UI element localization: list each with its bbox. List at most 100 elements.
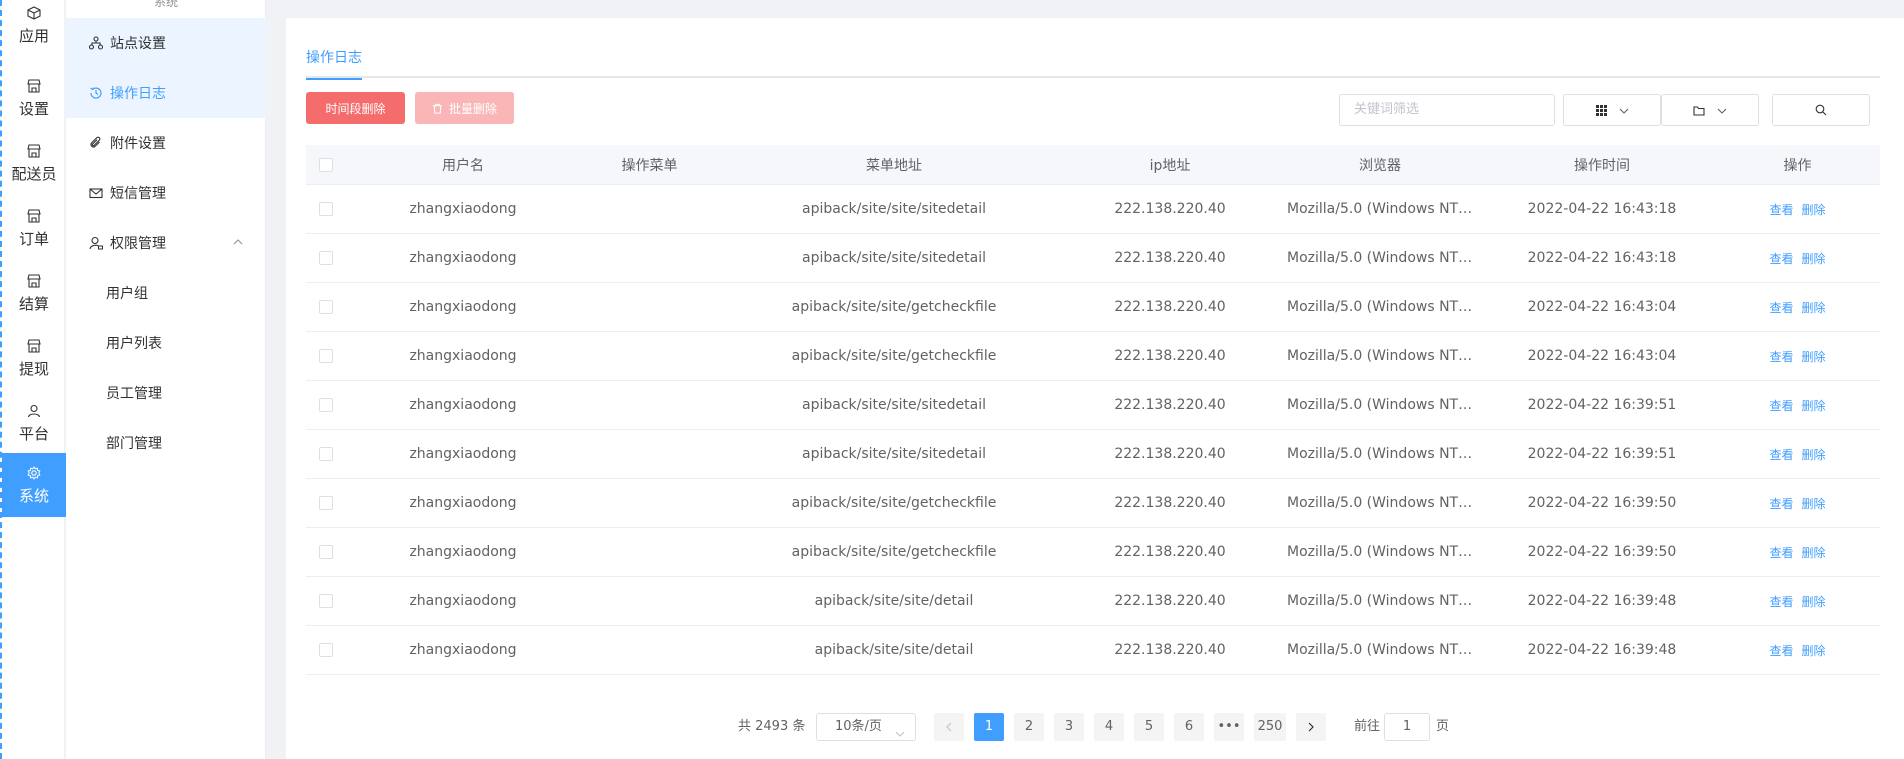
grid-icon bbox=[1595, 101, 1607, 120]
row-checkbox[interactable] bbox=[319, 594, 333, 608]
mail-icon bbox=[88, 185, 104, 201]
page-button[interactable]: 250 bbox=[1254, 713, 1286, 741]
cell-ip: 222.138.220.40 bbox=[1114, 299, 1226, 315]
goto-page-input[interactable]: 1 bbox=[1384, 713, 1430, 741]
rail-item-platform[interactable]: 平台 bbox=[2, 391, 66, 455]
column-toggle-button[interactable] bbox=[1563, 94, 1661, 126]
time-range-delete-button[interactable]: 时间段删除 bbox=[306, 92, 405, 124]
tab-bar: 操作日志 bbox=[306, 40, 1880, 80]
rail-item-withdraw[interactable]: 提现 bbox=[2, 326, 66, 390]
row-checkbox[interactable] bbox=[319, 643, 333, 657]
delete-link[interactable]: 删除 bbox=[1802, 350, 1826, 364]
cell-username: zhangxiaodong bbox=[409, 397, 517, 413]
page-button[interactable]: 6 bbox=[1174, 713, 1204, 741]
row-checkbox[interactable] bbox=[319, 398, 333, 412]
delete-link[interactable]: 删除 bbox=[1802, 595, 1826, 609]
page-button[interactable]: 4 bbox=[1094, 713, 1124, 741]
table-row: zhangxiaodong apiback/site/site/sitedetai… bbox=[306, 185, 1880, 234]
rail-label: 提现 bbox=[18, 359, 49, 378]
batch-delete-button[interactable]: 批量删除 bbox=[415, 92, 514, 124]
delete-link[interactable]: 删除 bbox=[1802, 497, 1826, 511]
cell-username: zhangxiaodong bbox=[409, 348, 517, 364]
delete-link[interactable]: 删除 bbox=[1802, 301, 1826, 315]
row-checkbox[interactable] bbox=[319, 496, 333, 510]
sidebar-item-site-settings[interactable]: 站点设置 bbox=[66, 18, 266, 68]
rail-item-app[interactable]: 应用 bbox=[2, 0, 66, 50]
page-button[interactable]: 3 bbox=[1054, 713, 1084, 741]
export-button[interactable] bbox=[1661, 94, 1759, 126]
row-select-cell bbox=[306, 545, 346, 559]
chevron-down-icon bbox=[1717, 101, 1727, 120]
row-checkbox[interactable] bbox=[319, 300, 333, 314]
sidebar-item-sms-management[interactable]: 短信管理 bbox=[66, 168, 266, 218]
sidebar-item-attachment-settings[interactable]: 附件设置 bbox=[66, 118, 266, 168]
cell-actions: 查看 删除 bbox=[1715, 495, 1880, 512]
page-button[interactable]: 2 bbox=[1014, 713, 1044, 741]
row-checkbox[interactable] bbox=[319, 202, 333, 216]
sidebar-subitem-user-group[interactable]: 用户组 bbox=[66, 268, 266, 318]
rail-item-settlement[interactable]: 结算 bbox=[2, 261, 66, 325]
page-ellipsis[interactable]: ••• bbox=[1214, 713, 1244, 741]
view-link[interactable]: 查看 bbox=[1769, 399, 1793, 413]
cell-browser: Mozilla/5.0 (Windows NT 10.0; Win64; x64… bbox=[1287, 397, 1489, 413]
sidebar-subitem-staff-management[interactable]: 员工管理 bbox=[66, 368, 266, 418]
page-size-select[interactable]: 10条/页 bbox=[816, 713, 916, 741]
row-checkbox[interactable] bbox=[319, 545, 333, 559]
row-select-cell bbox=[306, 643, 346, 657]
view-link[interactable]: 查看 bbox=[1769, 252, 1793, 266]
sidebar-subitem-user-list[interactable]: 用户列表 bbox=[66, 318, 266, 368]
row-checkbox[interactable] bbox=[319, 349, 333, 363]
rail-item-courier[interactable]: 配送员 bbox=[2, 131, 66, 195]
pagination-total: 共 2493 条 bbox=[738, 719, 806, 734]
batch-delete-label: 批量删除 bbox=[448, 101, 497, 116]
cell-username: zhangxiaodong bbox=[409, 299, 517, 315]
delete-link[interactable]: 删除 bbox=[1802, 252, 1826, 266]
cell-browser: Mozilla/5.0 (Windows NT 10.0; Win64; x64… bbox=[1287, 446, 1489, 462]
delete-link[interactable]: 删除 bbox=[1802, 203, 1826, 217]
prev-page-button[interactable] bbox=[934, 713, 964, 741]
row-checkbox[interactable] bbox=[319, 447, 333, 461]
sidebar-item-operation-log[interactable]: 操作日志 bbox=[66, 68, 266, 118]
delete-link[interactable]: 删除 bbox=[1802, 399, 1826, 413]
view-link[interactable]: 查看 bbox=[1769, 350, 1793, 364]
rail-item-settings[interactable]: 设置 bbox=[2, 66, 66, 130]
select-all-checkbox[interactable] bbox=[319, 157, 333, 172]
cell-time: 2022-04-22 16:43:18 bbox=[1527, 250, 1677, 266]
rail-item-system[interactable]: 系统 bbox=[2, 453, 66, 517]
row-checkbox[interactable] bbox=[319, 251, 333, 265]
cell-ip: 222.138.220.40 bbox=[1114, 250, 1226, 266]
row-select-cell bbox=[306, 447, 346, 461]
row-select-cell bbox=[306, 496, 346, 510]
sidebar-subitem-department-management[interactable]: 部门管理 bbox=[66, 418, 266, 468]
view-link[interactable]: 查看 bbox=[1769, 644, 1793, 658]
user-lock-icon bbox=[88, 235, 104, 251]
delete-link[interactable]: 删除 bbox=[1802, 644, 1826, 658]
cell-time: 2022-04-22 16:39:48 bbox=[1527, 593, 1677, 609]
search-button[interactable] bbox=[1772, 94, 1870, 126]
tab-operation-log[interactable]: 操作日志 bbox=[306, 40, 362, 80]
page-size-value: 10条/页 bbox=[835, 719, 882, 734]
page-button[interactable]: 5 bbox=[1134, 713, 1164, 741]
view-link[interactable]: 查看 bbox=[1769, 595, 1793, 609]
view-link[interactable]: 查看 bbox=[1769, 203, 1793, 217]
sidebar-subitem-label: 用户组 bbox=[106, 286, 148, 302]
delete-link[interactable]: 删除 bbox=[1802, 448, 1826, 462]
keyword-filter-input[interactable]: 关键词筛选 bbox=[1339, 94, 1555, 126]
cell-browser: Mozilla/5.0 (Windows NT 10.0; Win64; x64… bbox=[1287, 250, 1489, 266]
view-link[interactable]: 查看 bbox=[1769, 301, 1793, 315]
sidebar-subitem-label: 员工管理 bbox=[106, 386, 162, 402]
cell-url: apiback/site/site/detail bbox=[814, 593, 974, 609]
cell-time: 2022-04-22 16:39:51 bbox=[1527, 446, 1677, 462]
cell-url: apiback/site/site/sitedetail bbox=[802, 250, 986, 266]
page-button[interactable]: 1 bbox=[974, 713, 1004, 741]
cell-url: apiback/site/site/sitedetail bbox=[802, 201, 986, 217]
next-page-button[interactable] bbox=[1296, 713, 1326, 741]
rail-item-orders[interactable]: 订单 bbox=[2, 196, 66, 260]
view-link[interactable]: 查看 bbox=[1769, 448, 1793, 462]
cell-ip: 222.138.220.40 bbox=[1114, 397, 1226, 413]
cell-actions: 查看 删除 bbox=[1715, 348, 1880, 365]
view-link[interactable]: 查看 bbox=[1769, 497, 1793, 511]
sidebar-item-permission-management[interactable]: 权限管理 bbox=[66, 218, 266, 268]
view-link[interactable]: 查看 bbox=[1769, 546, 1793, 560]
delete-link[interactable]: 删除 bbox=[1802, 546, 1826, 560]
